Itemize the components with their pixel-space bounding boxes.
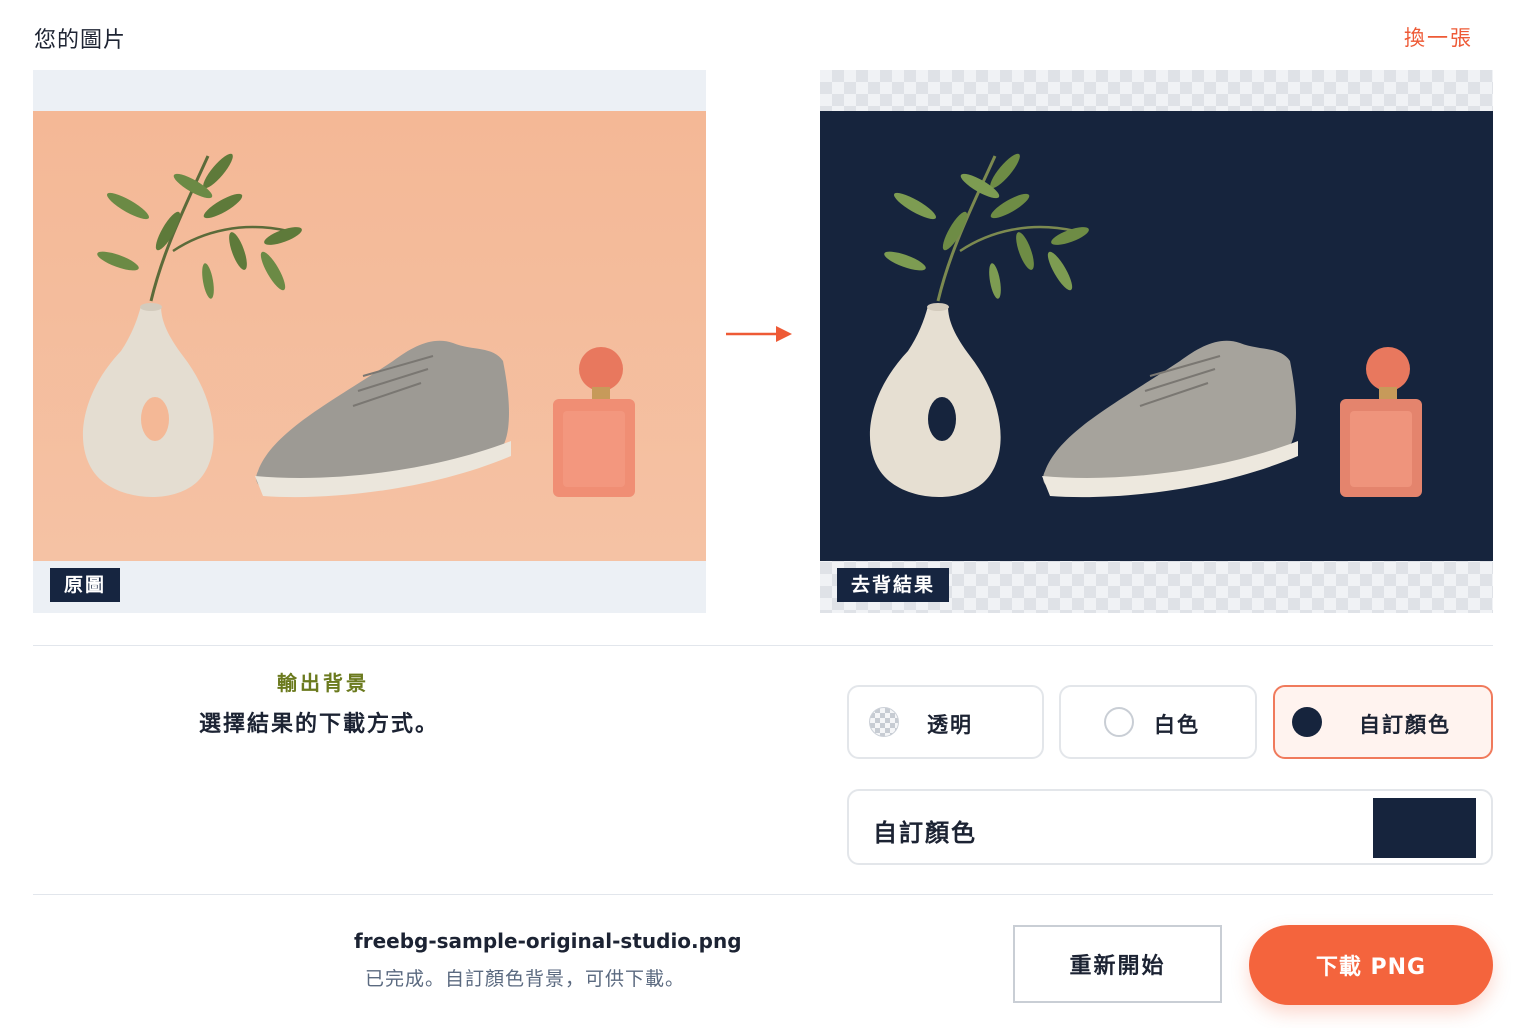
- sneaker-icon: [1042, 340, 1298, 498]
- olive-branch-icon: [97, 153, 302, 302]
- custom-color-row: 自訂顏色: [847, 789, 1493, 865]
- color-picker-swatch[interactable]: [1373, 798, 1476, 858]
- original-image: [33, 111, 706, 561]
- section-description: 選擇結果的下載方式。: [199, 712, 440, 737]
- option-label: 透明: [927, 713, 973, 737]
- option-label: 自訂顏色: [1359, 713, 1451, 737]
- original-preview-panel: 原圖: [33, 70, 706, 613]
- navy-swatch-icon: [1292, 707, 1322, 737]
- result-tag: 去背結果: [837, 568, 950, 602]
- download-png-button[interactable]: 下載 PNG: [1249, 925, 1493, 1005]
- original-tag: 原圖: [50, 568, 121, 602]
- checker-swatch-icon: [869, 707, 899, 737]
- cutout-scene-illustration: [869, 153, 1422, 498]
- white-swatch-icon: [1104, 707, 1134, 737]
- arrow-right-icon: [726, 326, 792, 342]
- olive-branch-icon: [884, 153, 1089, 302]
- file-name: freebg-sample-original-studio.png: [354, 929, 742, 953]
- ceramic-vase-icon: [869, 303, 1001, 498]
- status-text: 已完成。自訂顏色背景，可供下載。: [365, 968, 686, 990]
- option-white[interactable]: 白色: [1059, 685, 1257, 759]
- section-label: 輸出背景: [277, 671, 369, 695]
- perfume-bottle-icon: [1340, 347, 1422, 497]
- product-scene-illustration: [82, 153, 635, 498]
- result-image: [820, 111, 1493, 561]
- section-divider: [33, 645, 1493, 646]
- sneaker-icon: [255, 340, 511, 498]
- option-label: 白色: [1154, 713, 1200, 737]
- result-preview-panel: 去背結果: [820, 70, 1493, 613]
- custom-color-label: 自訂顏色: [873, 819, 977, 847]
- change-image-link[interactable]: 換一張: [1404, 22, 1473, 52]
- option-transparent[interactable]: 透明: [847, 685, 1044, 759]
- footer-divider: [33, 894, 1493, 895]
- option-custom-color[interactable]: 自訂顏色: [1273, 685, 1493, 759]
- perfume-bottle-icon: [553, 347, 635, 497]
- restart-button[interactable]: 重新開始: [1013, 925, 1222, 1003]
- ceramic-vase-icon: [82, 303, 214, 498]
- page-title: 您的圖片: [34, 28, 127, 53]
